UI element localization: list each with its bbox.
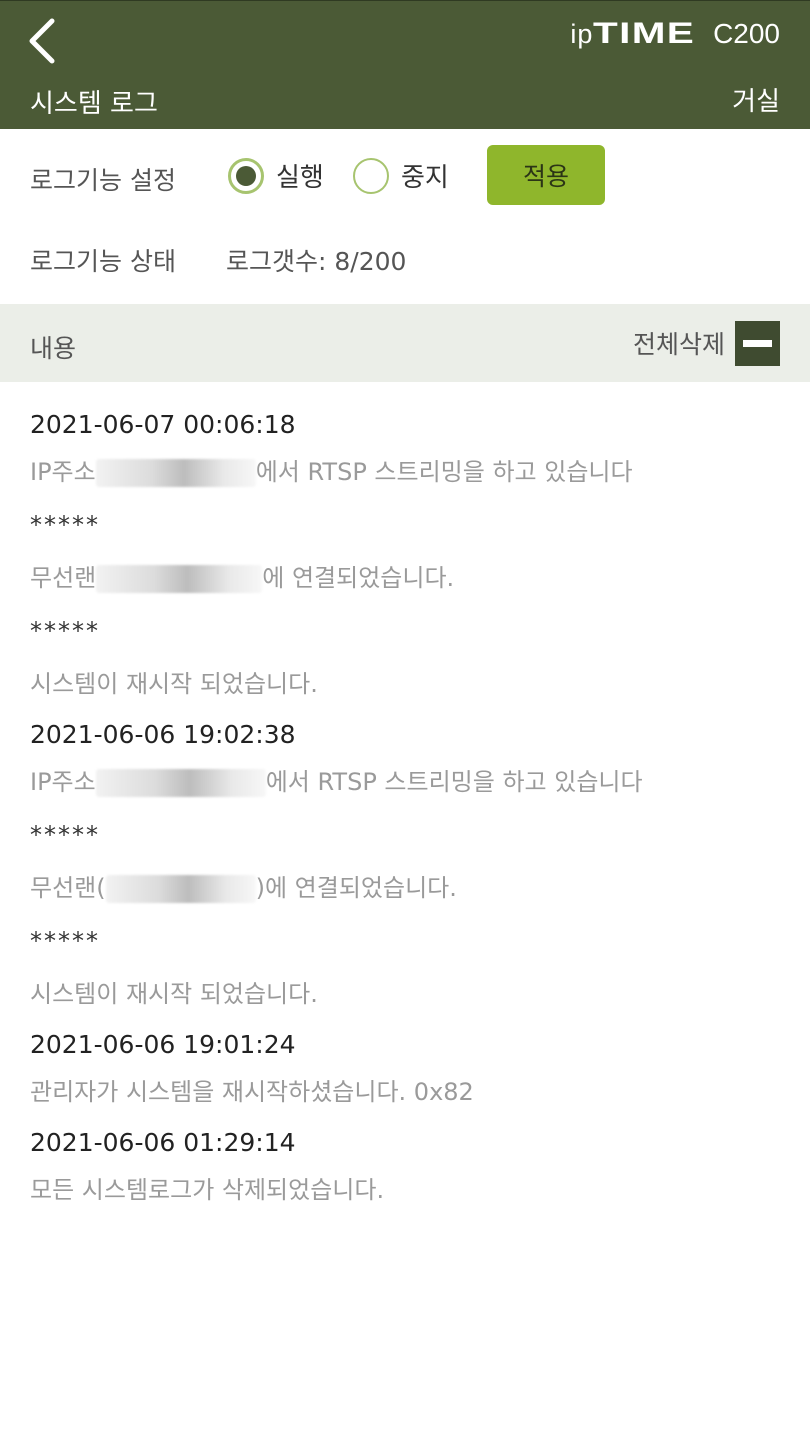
log-timestamp: 2021-06-06 19:02:38	[30, 720, 296, 749]
app-header: ip TIME C200 시스템 로그 거실	[0, 0, 810, 129]
content-column-label: 내용	[30, 334, 77, 363]
log-message: 관리자가 시스템을 재시작하셨습니다. 0x82	[30, 1078, 474, 1106]
delete-all-button[interactable]: 전체삭제	[633, 320, 780, 366]
page-title: 시스템 로그	[30, 89, 158, 119]
apply-button[interactable]: 적용	[487, 145, 605, 205]
log-list-header: 내용 전체삭제	[0, 304, 810, 382]
log-message: 모든 시스템로그가 삭제되었습니다.	[30, 1176, 385, 1204]
device-model: C200	[713, 18, 780, 49]
log-separator: *****	[30, 821, 100, 849]
redacted-ip	[95, 459, 256, 487]
radio-run-label: 실행	[276, 163, 324, 193]
log-message-suffix: 에서 RTSP 스트리밍을 하고 있습니다	[255, 458, 633, 486]
radio-stop-label: 중지	[401, 163, 449, 193]
redacted-ip	[95, 769, 266, 797]
camera-name: 거실	[732, 87, 780, 117]
log-entry: 2021-06-06 19:01:24 관리자가 시스템을 재시작하셨습니다. …	[0, 1022, 810, 1120]
log-message: IP주소 에서 RTSP 스트리밍을 하고 있습니다	[0, 757, 810, 810]
log-timestamp: 2021-06-07 00:06:18	[30, 410, 296, 439]
radio-run-indicator[interactable]	[228, 157, 264, 194]
redacted-ssid	[105, 875, 256, 903]
log-entry: 2021-06-06 19:02:38 IP주소 에서 RTSP 스트리밍을 하고…	[0, 712, 810, 1022]
log-setting-row: 로그기능 설정 실행 중지 적용	[0, 145, 810, 205]
delete-all-label: 전체삭제	[632, 330, 725, 359]
log-message: 시스템이 재시작 되었습니다.	[30, 980, 318, 1008]
log-setting-label: 로그기능 설정	[30, 166, 176, 195]
brand-prefix: ip	[570, 19, 594, 49]
radio-run[interactable]: 실행	[228, 157, 324, 194]
back-button[interactable]	[18, 13, 66, 69]
log-message: 무선랜( )에 연결되었습니다.	[0, 863, 810, 916]
log-message-prefix: IP주소	[30, 458, 96, 486]
minus-icon[interactable]	[735, 320, 780, 366]
log-message-prefix: IP주소	[30, 768, 96, 796]
log-separator: *****	[30, 617, 100, 645]
brand-logo: ip TIME C200	[570, 17, 780, 57]
log-message-prefix: 무선랜	[30, 564, 97, 592]
radio-stop[interactable]: 중지	[353, 157, 449, 194]
log-status-label: 로그기능 상태	[30, 247, 176, 276]
log-message-suffix: 에서 RTSP 스트리밍을 하고 있습니다	[265, 768, 643, 796]
log-timestamp: 2021-06-06 19:01:24	[30, 1030, 296, 1059]
log-separator: *****	[30, 927, 100, 955]
brand-main: TIME	[593, 17, 696, 50]
log-entry: 2021-06-06 01:29:14 모든 시스템로그가 삭제되었습니다.	[0, 1120, 810, 1218]
log-message: IP주소 에서 RTSP 스트리밍을 하고 있습니다	[0, 447, 810, 500]
log-count-value: 로그갯수: 8/200	[226, 247, 407, 276]
log-separator: *****	[30, 511, 100, 539]
log-message: 시스템이 재시작 되었습니다.	[30, 670, 318, 698]
radio-stop-indicator[interactable]	[353, 157, 389, 194]
log-list: 2021-06-07 00:06:18 IP주소에서 RTSP 스트리밍을 하고…	[0, 402, 810, 1218]
log-message-suffix: )에 연결되었습니다.	[255, 874, 457, 902]
chevron-left-icon	[29, 18, 55, 64]
log-message-suffix: 에 연결되었습니다.	[262, 564, 455, 592]
log-status-row: 로그기능 상태 로그갯수: 8/200	[0, 240, 810, 280]
log-message: 무선랜 에 연결되었습니다.	[0, 553, 810, 606]
log-entry: 2021-06-07 00:06:18 IP주소 에서 RTSP 스트리밍을 하고…	[0, 402, 810, 712]
redacted-ssid	[96, 565, 263, 593]
log-timestamp: 2021-06-06 01:29:14	[30, 1128, 296, 1157]
log-message-prefix: 무선랜(	[30, 874, 106, 902]
